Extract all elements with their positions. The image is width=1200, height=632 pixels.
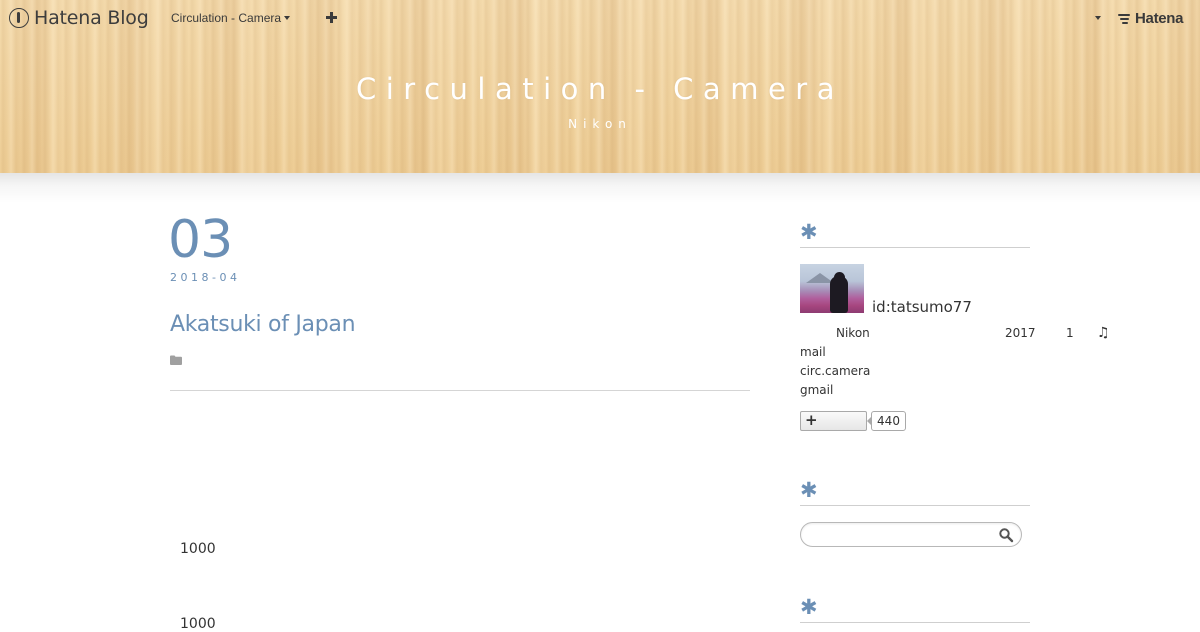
hatena-mark-icon [1118, 13, 1132, 24]
profile-contact-line: gmail [800, 383, 834, 397]
entry-date-year-month[interactable]: 2018-04 [170, 271, 240, 284]
profile-contact-line: mail [800, 345, 826, 359]
subscribe-reader-button[interactable]: + [800, 411, 867, 431]
search-module-heading: ✱ [800, 480, 1030, 501]
profile-year-text: 2017 [1005, 326, 1036, 340]
profile-module-heading: ✱ [800, 222, 1030, 243]
hatena-logo-link[interactable]: Hatena [1118, 10, 1184, 27]
caret-down-icon [284, 16, 291, 20]
music-note-icon: ♫ [1097, 325, 1110, 341]
search-field[interactable] [800, 522, 1022, 547]
asterisk-icon: ✱ [800, 478, 818, 502]
module-heading-line [800, 505, 1030, 506]
new-entry-button[interactable] [326, 8, 337, 28]
hatena-logo-label: Hatena [1135, 10, 1184, 27]
profile-user-id-link[interactable]: id:tatsumo77 [872, 298, 972, 316]
entry-body-text-line: 1000 [180, 541, 216, 557]
profile-number-text: 1 [1066, 326, 1074, 340]
blog-switcher-label: Circulation - Camera [171, 11, 282, 25]
plus-icon [326, 12, 337, 23]
search-input[interactable] [811, 526, 991, 543]
subscribe-plus-label: + [805, 411, 818, 429]
archive-module-heading: ✱ [800, 597, 1030, 618]
hatena-blog-logo-icon [9, 8, 29, 28]
user-menu-caret-icon[interactable] [1095, 16, 1101, 20]
blog-description: Nikon [568, 117, 632, 131]
hatena-blog-logo-link[interactable]: Hatena Blog [9, 7, 149, 29]
reader-count-badge: 440 [867, 411, 906, 431]
entry-title-link[interactable]: Akatsuki of Japan [170, 312, 356, 337]
asterisk-icon: ✱ [800, 220, 818, 244]
entry-divider [170, 390, 750, 391]
blog-title-link[interactable]: Circulation - Camera [0, 72, 1200, 106]
entry-date-day[interactable]: 03 [168, 210, 233, 270]
asterisk-icon: ✱ [800, 595, 818, 619]
category-folder-icon [170, 355, 182, 365]
profile-contact-line: circ.camera [800, 364, 871, 378]
module-heading-line [800, 247, 1030, 248]
avatar[interactable] [800, 264, 864, 313]
search-icon[interactable] [998, 527, 1014, 543]
module-heading-line [800, 622, 1030, 623]
profile-camera-text: Nikon [836, 326, 870, 340]
global-header-bar: Hatena Blog Circulation - Camera Hatena [0, 0, 1200, 36]
blog-switcher-dropdown[interactable]: Circulation - Camera [171, 11, 291, 25]
brand-label: Hatena Blog [34, 7, 149, 29]
header-shadow [0, 173, 1200, 203]
avatar-person [830, 276, 848, 313]
